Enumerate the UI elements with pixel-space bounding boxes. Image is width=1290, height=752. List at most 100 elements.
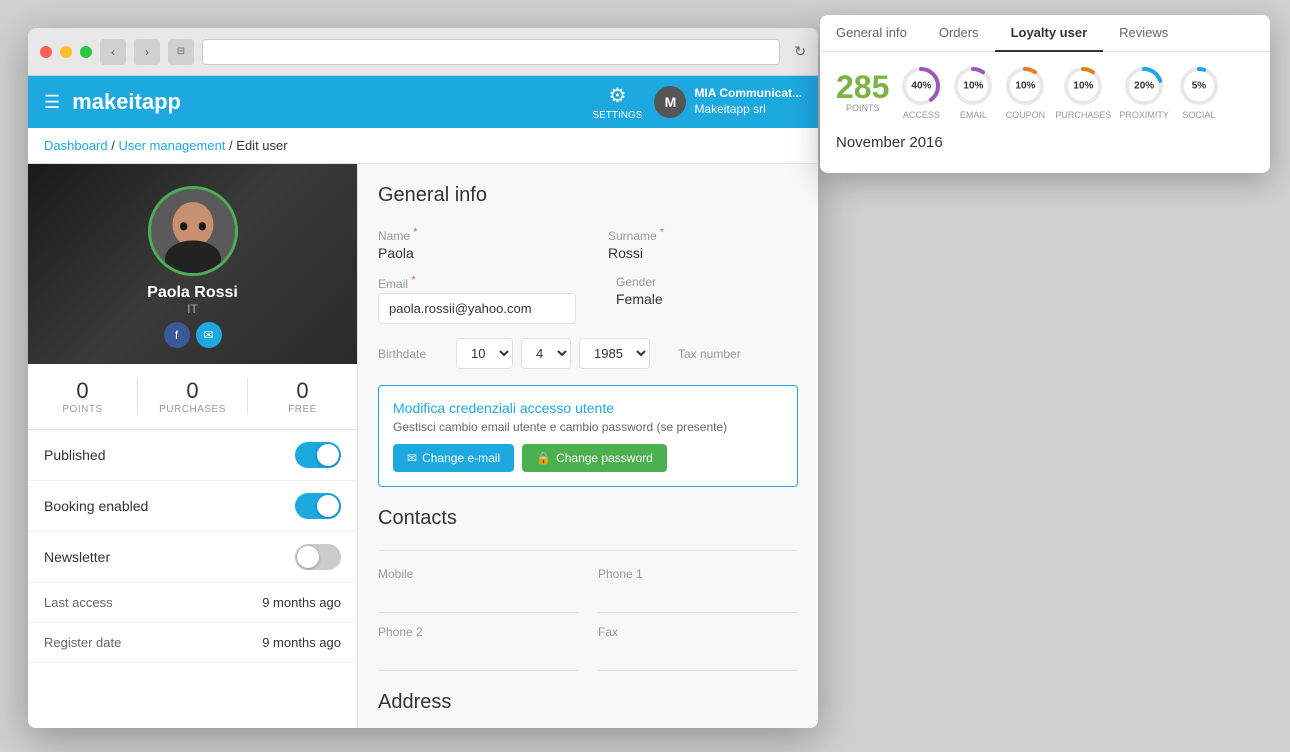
refresh-button[interactable]: ↻ [794, 43, 806, 60]
points-value: 0 [76, 378, 88, 404]
tab-orders[interactable]: Orders [923, 15, 995, 52]
user-company: Makeitapp srl [694, 102, 802, 118]
published-label: Published [44, 447, 106, 463]
profile-name: Paola Rossi [147, 284, 238, 302]
birthdate-month-select[interactable]: 4 [521, 338, 571, 369]
newsletter-label: Newsletter [44, 549, 110, 565]
credentials-desc: Gestisci cambio email utente e cambio pa… [393, 420, 783, 434]
contacts-divider [378, 550, 798, 551]
mobile-field: Mobile [378, 567, 578, 613]
circle-stat-social: 5% SOCIAL [1177, 64, 1221, 120]
stat-free: 0 FREE [248, 378, 357, 415]
timeline-month: November 2016 [836, 134, 1254, 151]
email-btn-icon: ✉ [407, 451, 417, 465]
app-logo: makeitapp [72, 89, 181, 115]
purchases-label: PURCHASES [159, 404, 226, 415]
hamburger-icon[interactable]: ☰ [44, 92, 60, 113]
back-button[interactable]: ‹ [100, 39, 126, 65]
gear-icon: ⚙ [608, 83, 626, 108]
last-access-label: Last access [44, 595, 113, 610]
email-label: Email * [378, 275, 576, 291]
total-points: 285 POINTS [836, 71, 889, 113]
forward-button[interactable]: › [134, 39, 160, 65]
header-left: ☰ makeitapp [44, 89, 181, 115]
avatar-image [151, 189, 235, 273]
profile-section: Paola Rossi IT f ✉ [28, 164, 357, 364]
tax-number-label: Tax number [678, 347, 741, 361]
breadcrumb-dashboard[interactable]: Dashboard [44, 138, 108, 153]
profile-avatar [148, 186, 238, 276]
name-label: Name * [378, 227, 568, 243]
user-name: MIA Communicat... [694, 86, 802, 102]
birthdate-year-select[interactable]: 1985 [579, 338, 650, 369]
tab-general-info[interactable]: General info [820, 15, 923, 52]
mobile-input[interactable] [378, 585, 578, 613]
credentials-box: Modifica credenziali accesso utente Gest… [378, 385, 798, 487]
circle-stat-access: 40% ACCESS [899, 64, 943, 120]
newsletter-toggle[interactable] [295, 544, 341, 570]
booking-label: Booking enabled [44, 498, 148, 514]
minimize-dot[interactable] [60, 46, 72, 58]
tab-reviews[interactable]: Reviews [1103, 15, 1184, 52]
breadcrumb-edit-user: Edit user [236, 138, 287, 153]
breadcrumb-user-management[interactable]: User management [118, 138, 225, 153]
phone2-input[interactable] [378, 643, 578, 671]
facebook-icon[interactable]: f [164, 322, 190, 348]
credentials-title: Modifica credenziali accesso utente [393, 400, 783, 416]
maximize-dot[interactable] [80, 46, 92, 58]
booking-toggle[interactable] [295, 493, 341, 519]
email-icon[interactable]: ✉ [196, 322, 222, 348]
address-title: Address [378, 691, 798, 714]
last-access-value: 9 months ago [262, 595, 341, 610]
toggle-published: Published [28, 430, 357, 481]
user-info: M MIA Communicat... Makeitapp srl [654, 86, 802, 118]
gender-label: Gender [616, 275, 798, 289]
settings-label: SETTINGS [592, 110, 642, 121]
contacts-title: Contacts [378, 507, 798, 530]
stat-purchases: 0 PURCHASES [138, 378, 248, 415]
phone1-label: Phone 1 [598, 567, 798, 581]
total-points-label: POINTS [846, 103, 880, 113]
toggle-booking: Booking enabled [28, 481, 357, 532]
fax-field: Fax [598, 625, 798, 671]
published-toggle[interactable] [295, 442, 341, 468]
profile-locale: IT [187, 302, 198, 316]
app-header: ☰ makeitapp ⚙ SETTINGS M MIA Communicat.… [28, 76, 818, 128]
register-date-value: 9 months ago [262, 635, 341, 650]
header-right: ⚙ SETTINGS M MIA Communicat... Makeitapp… [592, 83, 802, 121]
birthdate-label: Birthdate [378, 347, 448, 361]
stats-row: 0 POINTS 0 PURCHASES 0 FREE [28, 364, 357, 430]
settings-button[interactable]: ⚙ SETTINGS [592, 83, 642, 121]
url-bar[interactable] [202, 39, 780, 65]
contacts-grid: Mobile Phone 1 Phone 2 Fax [378, 567, 798, 671]
points-label: POINTS [62, 404, 102, 415]
breadcrumb: Dashboard / User management / Edit user [28, 128, 818, 164]
avatar-svg [151, 186, 235, 276]
register-date-row: Register date 9 months ago [28, 623, 357, 663]
circle-stats: 40% ACCESS 10% EMAIL 10% COUPON 10% [899, 64, 1221, 120]
tab-loyalty-user[interactable]: Loyalty user [995, 15, 1104, 52]
mobile-label: Mobile [378, 567, 578, 581]
phone1-field: Phone 1 [598, 567, 798, 613]
change-email-button[interactable]: ✉ Change e-mail [393, 444, 514, 472]
surname-value: Rossi [608, 245, 798, 261]
close-dot[interactable] [40, 46, 52, 58]
register-date-label: Register date [44, 635, 121, 650]
total-points-value: 285 [836, 71, 889, 103]
birthdate-day-select[interactable]: 10 [456, 338, 513, 369]
phone2-field: Phone 2 [378, 625, 578, 671]
phone1-input[interactable] [598, 585, 798, 613]
free-value: 0 [296, 378, 308, 404]
sidebar-button[interactable]: ⊟ [168, 39, 194, 65]
email-input[interactable] [378, 293, 576, 324]
free-label: FREE [288, 404, 317, 415]
fax-input[interactable] [598, 643, 798, 671]
surname-label: Surname * [608, 227, 798, 243]
gender-value: Female [616, 291, 798, 307]
loyalty-content: 285 POINTS 40% ACCESS 10% EMAIL [820, 52, 1270, 173]
circle-stat-coupon: 10% COUPON [1003, 64, 1047, 120]
profile-social-icons: f ✉ [164, 322, 222, 348]
user-details: MIA Communicat... Makeitapp srl [694, 86, 802, 117]
change-password-button[interactable]: 🔒 Change password [522, 444, 667, 472]
content-area: General info Name * Paola Surname * Ross… [358, 164, 818, 728]
